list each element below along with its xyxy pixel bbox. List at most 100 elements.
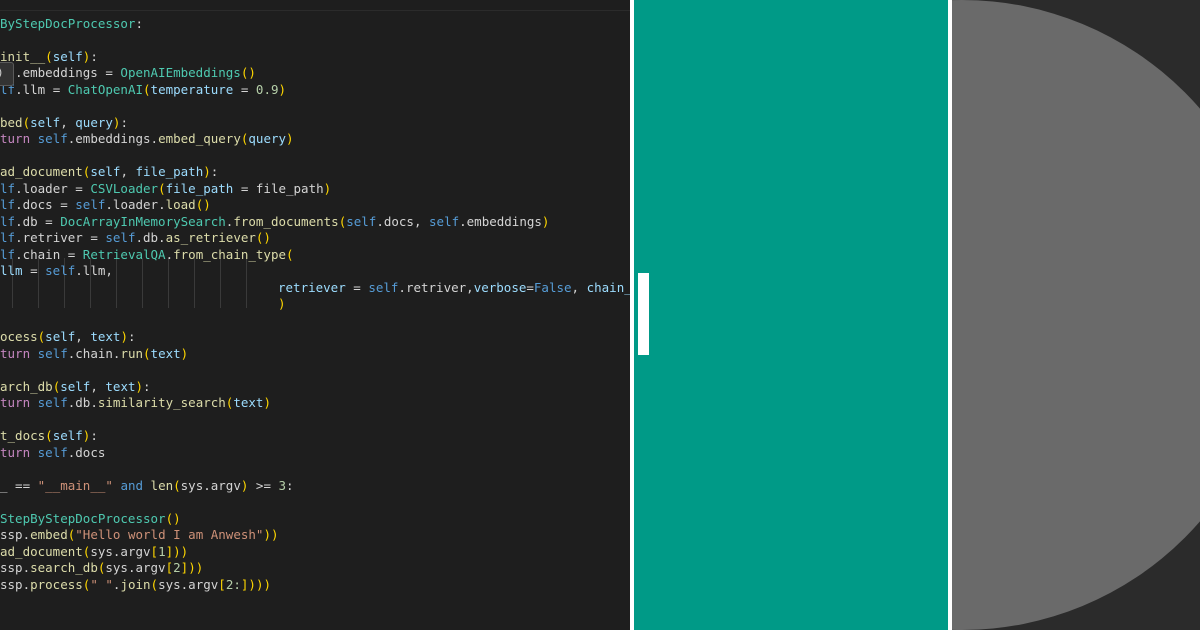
code-line[interactable]: t_docs(self): (0, 428, 98, 444)
code-token: )) (188, 560, 204, 575)
code-token: self (52, 49, 83, 64)
code-token: ( (150, 577, 159, 592)
code-line[interactable]: ocess(self, text): (0, 329, 136, 345)
code-line[interactable]: retriever = self.retriver,verbose=False,… (278, 280, 630, 296)
code-token: () (240, 65, 256, 80)
code-token: .embeddings. (67, 131, 159, 146)
indent-guide (168, 258, 169, 308)
code-token: ( (45, 428, 53, 443)
code-token: ) (203, 164, 211, 179)
code-token: self (37, 445, 68, 460)
code-line[interactable]: ad_document(self, file_path): (0, 164, 218, 180)
code-line[interactable]: turn self.embeddings.embed_query(query) (0, 131, 294, 147)
code-token: : (90, 428, 98, 443)
code-line[interactable]: turn self.docs (0, 445, 105, 461)
code-token: ocess (0, 329, 38, 344)
code-token: ( (286, 247, 294, 262)
code-token: ( (158, 181, 166, 196)
code-token: )) (263, 527, 279, 542)
indent-guide (246, 258, 247, 308)
code-token: chain_type (586, 280, 630, 295)
code-token: 2: (225, 577, 241, 592)
code-token: = file_path (233, 181, 324, 196)
code-line[interactable]: ssp.embed("Hello world I am Anwesh")) (0, 527, 279, 543)
code-token: "__main__" (37, 478, 113, 493)
code-line[interactable]: lf.docs = self.loader.load() (0, 197, 211, 213)
code-line[interactable]: ssp.search_db(sys.argv[2])) (0, 560, 203, 576)
hover-widget[interactable]: ) (0, 62, 14, 86)
code-line[interactable]: turn self.db.similarity_search(text) (0, 395, 271, 411)
code-token: () (165, 511, 181, 526)
code-token: turn (0, 395, 31, 410)
code-token: self (45, 263, 76, 278)
code-token: run (120, 346, 144, 361)
code-token: self (75, 197, 106, 212)
code-token: = (22, 263, 46, 278)
code-token: ( (143, 82, 151, 97)
code-line[interactable]: lf.db = DocArrayInMemorySearch.from_docu… (0, 214, 549, 230)
code-token: as_retriever (165, 230, 256, 245)
code-token: RetrievalQA (82, 247, 166, 262)
teal-panel (634, 0, 948, 630)
code-token: .llm, (75, 263, 113, 278)
code-token: ( (143, 346, 151, 361)
code-token: [ (165, 560, 174, 575)
code-token: .chain. (67, 346, 121, 361)
code-token: llm (0, 263, 23, 278)
code-token: .db = (15, 214, 61, 229)
code-token: lf (0, 230, 16, 245)
code-line[interactable]: bed(self, query): (0, 115, 128, 131)
code-line[interactable]: llm = self.llm, (0, 263, 113, 279)
code-line[interactable]: turn self.chain.run(text) (0, 346, 188, 362)
code-token: "Hello world I am Anwesh" (75, 527, 264, 542)
code-line[interactable]: lf.loader = CSVLoader(file_path = file_p… (0, 181, 331, 197)
code-token: .embeddings (459, 214, 542, 229)
dark-panel (952, 0, 1200, 630)
code-line[interactable]: ad_document(sys.argv[1])) (0, 544, 188, 560)
code-token: self (105, 230, 136, 245)
code-token: embed (30, 527, 68, 542)
code-token: ssp. (0, 527, 31, 542)
code-token: lf (0, 197, 16, 212)
code-line[interactable]: StepByStepDocProcessor() (0, 511, 181, 527)
code-token: .embeddings = (0, 65, 121, 80)
code-line[interactable]: lf.chain = RetrievalQA.from_chain_type( (0, 247, 294, 263)
code-line[interactable]: init__(self): (0, 49, 98, 65)
code-token: bed (0, 115, 23, 130)
code-token: self (346, 214, 377, 229)
code-token: 1 (158, 544, 166, 559)
code-token: ssp. (0, 560, 31, 575)
code-token: self (52, 428, 83, 443)
code-token: OpenAIEmbeddings (120, 65, 241, 80)
code-token: ChatOpenAI (67, 82, 144, 97)
code-line[interactable]: lf.retriver = self.db.as_retriever() (0, 230, 271, 246)
code-token: [ (150, 544, 159, 559)
code-editor[interactable]: ByStepDocProcessor: init__(self): .embedd… (0, 0, 630, 630)
code-token: t_docs (0, 428, 46, 443)
code-line[interactable]: ) (278, 296, 286, 312)
indent-guide (116, 258, 117, 308)
code-token: False (533, 280, 572, 295)
code-token: : (90, 49, 98, 64)
code-token: file_path (135, 164, 204, 179)
hover-widget-glyph: ) (0, 66, 4, 79)
code-token: .llm = (15, 82, 68, 97)
code-token: . (165, 247, 174, 262)
code-token: text (233, 395, 264, 410)
code-token: : (135, 16, 143, 31)
code-token: ) (263, 395, 271, 410)
code-line[interactable]: arch_db(self, text): (0, 379, 151, 395)
code-token: ) (286, 131, 294, 146)
code-line[interactable]: ssp.process(" ".join(sys.argv[2:]))) (0, 577, 271, 593)
code-line[interactable]: ByStepDocProcessor: (0, 16, 143, 32)
code-line[interactable]: _ == "__main__" and len(sys.argv) >= 3: (0, 478, 294, 494)
code-token: lf (0, 247, 16, 262)
code-token: lf (0, 214, 16, 229)
code-line[interactable]: lf.llm = ChatOpenAI(temperature = 0.9) (0, 82, 286, 98)
code-line[interactable]: .embeddings = OpenAIEmbeddings() (0, 65, 256, 81)
code-token: self (90, 164, 121, 179)
code-token: join (120, 577, 151, 592)
